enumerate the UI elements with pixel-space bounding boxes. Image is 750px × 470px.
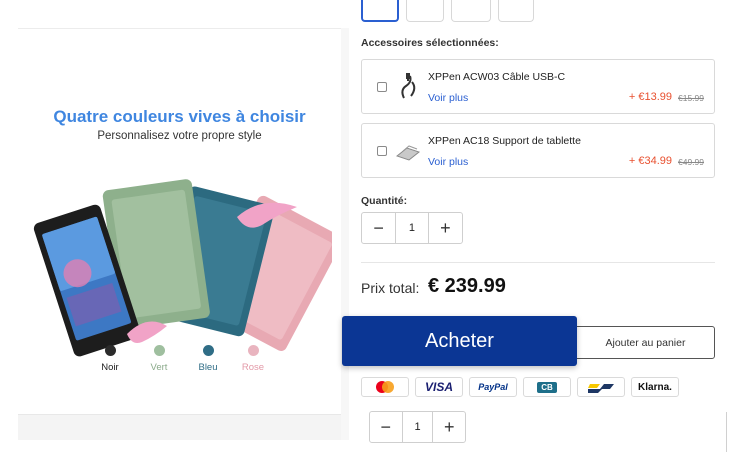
bancontact-logo <box>588 384 614 393</box>
color-dot <box>247 345 259 356</box>
accessory-checkbox[interactable] <box>377 146 387 156</box>
color-dot <box>202 345 214 356</box>
quantity-value[interactable]: 1 <box>401 412 434 442</box>
color-option-vert[interactable]: Vert <box>139 345 179 373</box>
accessory-price: + €34.99 <box>628 155 672 167</box>
tablet-stand-icon <box>395 145 421 161</box>
visa-logo: VISA <box>415 377 463 397</box>
accessories-heading: Accessoires sélectionnées: <box>361 37 499 49</box>
variant-option-selected[interactable] <box>361 0 399 22</box>
decrease-quantity-button[interactable]: − <box>362 213 395 243</box>
quantity-value[interactable]: 1 <box>395 213 429 243</box>
color-option-rose[interactable]: Rose <box>233 345 273 373</box>
promo-subtitle: Personnalisez votre propre style <box>97 130 262 142</box>
usb-cable-icon <box>401 73 416 99</box>
mastercard-icon <box>361 377 409 397</box>
promo-title: Quatre couleurs vives à choisir <box>53 107 306 126</box>
sticky-quantity-stepper: − 1 + <box>369 411 466 443</box>
color-label: Bleu <box>198 362 218 373</box>
variant-option[interactable] <box>451 0 491 22</box>
buy-now-button[interactable]: Acheter <box>342 316 577 366</box>
accessory-old-price: €15.99 <box>678 93 704 103</box>
accessory-checkbox[interactable] <box>377 82 387 92</box>
increase-quantity-button[interactable]: + <box>433 412 465 442</box>
product-color-promo: Quatre couleurs vives à choisir Personna… <box>18 28 341 414</box>
accessory-name: XPPen AC18 Support de tablette <box>428 135 581 147</box>
color-option-noir[interactable]: Noir <box>90 345 130 373</box>
mastercard-logo <box>376 381 394 393</box>
accessory-name: XPPen ACW03 Câble USB-C <box>428 71 566 83</box>
quantity-stepper: − 1 + <box>361 212 463 244</box>
tablet-colors-image <box>33 179 332 357</box>
decrease-quantity-button[interactable]: − <box>370 412 402 442</box>
variant-option[interactable] <box>406 0 444 22</box>
add-to-cart-button[interactable]: Ajouter au panier <box>568 326 715 359</box>
color-label: Rose <box>241 362 265 373</box>
cb-logo-text: CB <box>537 381 557 393</box>
accessory-price: + €13.99 <box>628 91 672 103</box>
paypal-logo: PayPal <box>469 377 517 397</box>
bancontact-icon <box>577 377 625 397</box>
divider <box>361 262 715 263</box>
panel-separator <box>341 28 349 440</box>
accessory-card: XPPen ACW03 Câble USB-C Voir plus + €13.… <box>361 59 715 114</box>
increase-quantity-button[interactable]: + <box>429 213 462 243</box>
accessory-card: XPPen AC18 Support de tablette Voir plus… <box>361 123 715 178</box>
scroll-edge <box>726 412 727 452</box>
variant-option[interactable] <box>498 0 534 22</box>
quantity-label: Quantité: <box>361 195 408 207</box>
page-gutter <box>0 0 18 470</box>
accessory-old-price: €49.99 <box>678 157 704 167</box>
color-option-bleu[interactable]: Bleu <box>188 345 228 373</box>
color-label: Vert <box>150 362 168 373</box>
color-dot <box>104 345 116 356</box>
see-more-link[interactable]: Voir plus <box>428 92 468 104</box>
klarna-logo: Klarna. <box>631 377 679 397</box>
cb-card-logo: CB <box>523 377 571 397</box>
color-label: Noir <box>101 362 119 373</box>
total-price-label: Prix total: <box>361 280 420 296</box>
color-dot <box>153 345 165 356</box>
promo-footer-strip <box>18 414 341 440</box>
total-price-value: € 239.99 <box>428 275 506 297</box>
see-more-link[interactable]: Voir plus <box>428 156 468 168</box>
